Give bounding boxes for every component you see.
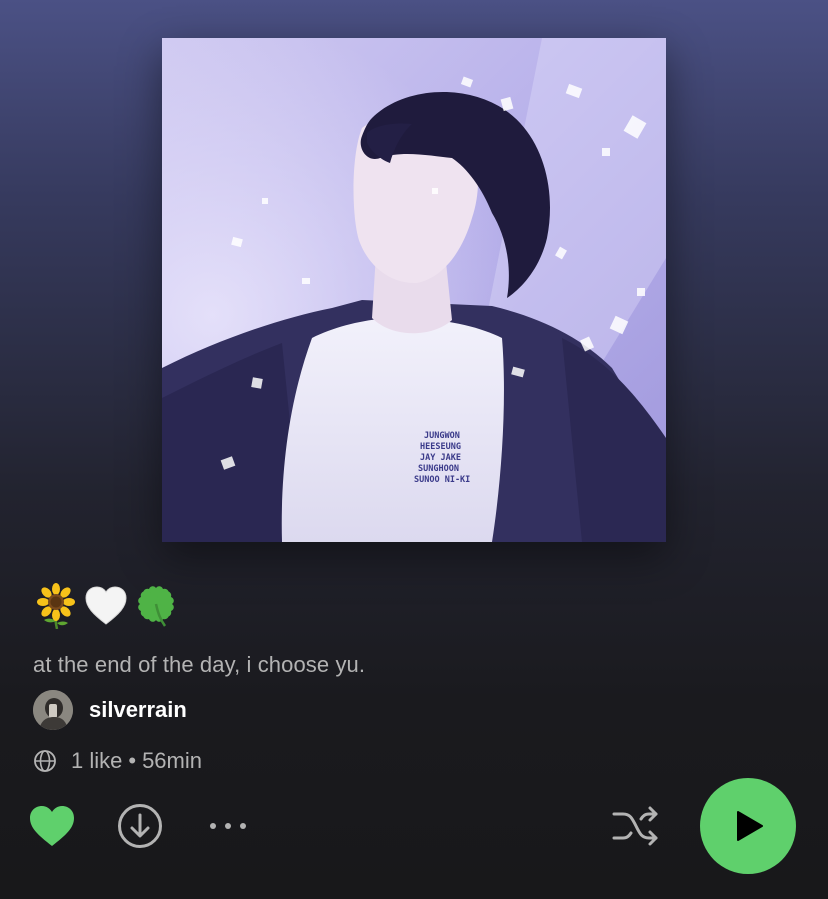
likes-count: 1 like: [71, 748, 123, 773]
globe-icon: [34, 750, 56, 772]
owner-name[interactable]: silverrain: [89, 697, 187, 723]
shuffle-icon: [612, 806, 658, 846]
play-button[interactable]: [700, 778, 796, 874]
sunflower-icon: [37, 583, 75, 629]
like-button[interactable]: [28, 804, 76, 848]
playlist-duration: 56min: [142, 748, 202, 773]
meta-separator: •: [128, 748, 137, 773]
heart-filled-icon: [30, 806, 74, 846]
shirt-text-line: SUNGHOON: [418, 464, 459, 474]
white-heart-icon: [85, 586, 127, 625]
playlist-title: [33, 580, 179, 632]
playlist-meta: 1 like • 56min: [33, 746, 202, 776]
avatar[interactable]: [33, 690, 73, 730]
playlist-cover-image: JUNGWON HEESEUNG JAY JAKE SUNGHOON SUNOO…: [162, 38, 666, 542]
shirt-text-line: SUNOO NI-KI: [414, 475, 470, 485]
more-options-button[interactable]: [204, 812, 252, 840]
play-icon: [737, 811, 763, 841]
cover-artwork: JUNGWON HEESEUNG JAY JAKE SUNGHOON SUNOO…: [162, 38, 666, 542]
download-circle-icon: [118, 804, 162, 848]
shuffle-button[interactable]: [610, 802, 662, 850]
shirt-text-line: JAY JAKE: [420, 453, 461, 463]
shirt-text-line: JUNGWON: [424, 431, 460, 441]
playlist-owner[interactable]: silverrain: [33, 690, 187, 730]
download-button[interactable]: [116, 802, 164, 850]
shirt-text-line: HEESEUNG: [420, 442, 461, 452]
four-leaf-clover-icon: [138, 586, 174, 627]
more-horizontal-icon: [210, 823, 246, 829]
playlist-description: at the end of the day, i choose yu.: [33, 652, 366, 677]
